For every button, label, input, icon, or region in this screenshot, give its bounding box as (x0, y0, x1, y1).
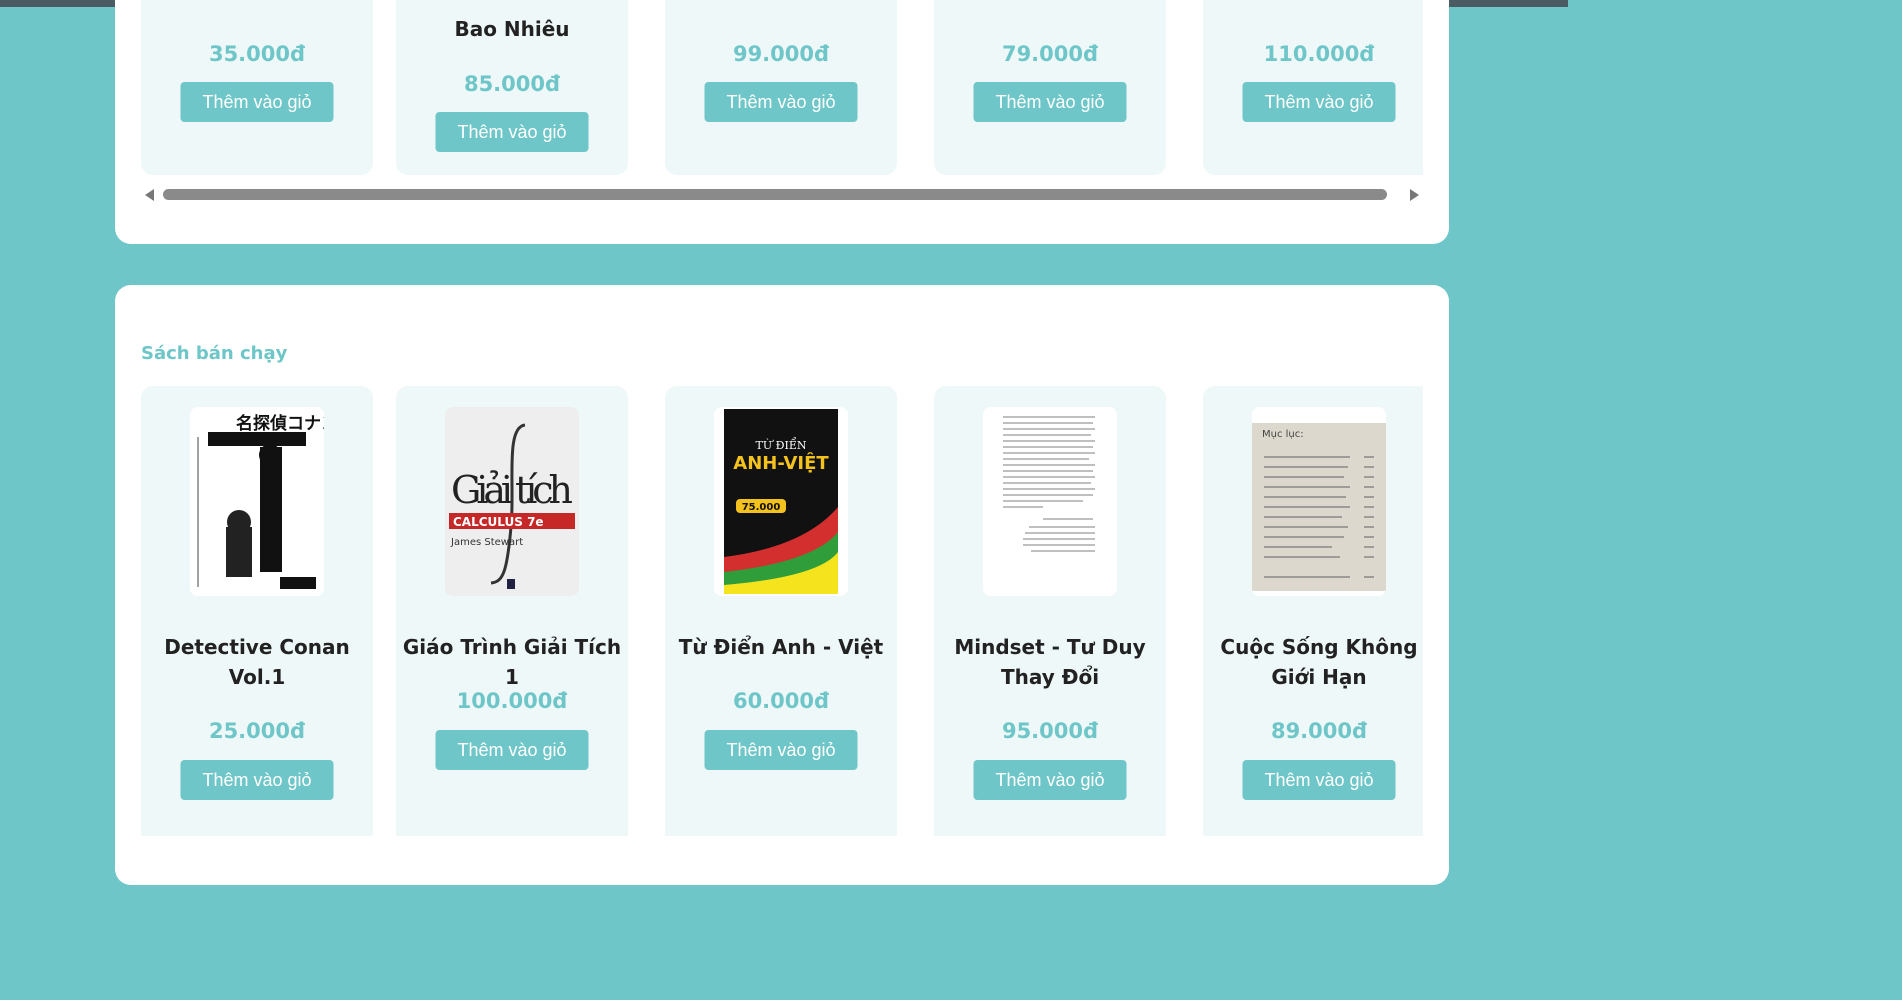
product-title: Cuộc Sống Không Giới Hạn (1220, 635, 1418, 689)
product-price: 79.000đ (1001, 42, 1099, 66)
scroll-right-arrow-icon[interactable] (1410, 189, 1419, 201)
cover-title-text: Mục lục: (1262, 429, 1304, 440)
cover-badge-text: 75.000 (742, 502, 781, 513)
product-card: 110.000đ Thêm vào giỏ (1203, 0, 1423, 175)
bestsellers-carousel[interactable]: 名探偵コナン Detective Conan Vol.1 25.000đ Thê… (141, 386, 1423, 836)
product-price: 95.000đ (1001, 719, 1099, 743)
book-cover-image[interactable]: Giải tích CALCULUS 7e James Stewart (445, 407, 579, 596)
add-to-cart-button[interactable]: Thêm vào giỏ (1242, 760, 1396, 800)
product-price: 100.000đ (456, 689, 568, 713)
text-page-cover-icon (983, 407, 1117, 596)
cover-author-text: James Stewart (450, 537, 523, 548)
conan-manga-cover-icon: 名探偵コナン (190, 407, 324, 596)
cover-title-text: 名探偵コナン (236, 413, 324, 434)
cover-subtitle-text: ANH-VIỆT (733, 452, 829, 474)
product-section-top: 35.000đ Thêm vào giỏ Bao Nhiêu 85.000đ T… (115, 0, 1449, 244)
horizontal-scrollbar[interactable] (141, 184, 1423, 206)
product-carousel-top[interactable]: 35.000đ Thêm vào giỏ Bao Nhiêu 85.000đ T… (141, 0, 1423, 178)
book-cover-image[interactable]: Mục lục: (1252, 407, 1386, 596)
add-to-cart-button[interactable]: Thêm vào giỏ (973, 760, 1127, 800)
product-title: Detective Conan Vol.1 (164, 635, 350, 689)
section-heading: Sách bán chạy (141, 343, 288, 364)
add-to-cart-button[interactable]: Thêm vào giỏ (704, 82, 858, 122)
product-title: Từ Điển Anh - Việt (678, 635, 884, 659)
product-title: Bao Nhiêu (454, 17, 570, 41)
scroll-thumb[interactable] (163, 189, 1387, 200)
table-of-contents-cover-icon: Mục lục: (1252, 407, 1386, 596)
product-price: 89.000đ (1270, 719, 1368, 743)
product-price: 35.000đ (208, 42, 306, 66)
add-to-cart-button[interactable]: Thêm vào giỏ (435, 730, 589, 770)
add-to-cart-button[interactable]: Thêm vào giỏ (973, 82, 1127, 122)
product-price: 99.000đ (732, 42, 830, 66)
product-card: Mindset - Tư Duy Thay Đổi 95.000đ Thêm v… (934, 386, 1166, 836)
product-title: Giáo Trình Giải Tích 1 (402, 635, 622, 689)
product-price: 110.000đ (1263, 42, 1375, 66)
product-price: 25.000đ (208, 719, 306, 743)
scroll-left-arrow-icon[interactable] (145, 189, 154, 201)
bestsellers-section: Sách bán chạy 名探偵コナン Detective Conan Vol… (115, 285, 1449, 885)
book-cover-image[interactable] (983, 407, 1117, 596)
add-to-cart-button[interactable]: Thêm vào giỏ (435, 112, 589, 152)
product-card: Bao Nhiêu 85.000đ Thêm vào giỏ (396, 0, 628, 175)
product-card: TỪ ĐIỂN ANH-VIỆT 75.000 Từ Điển Anh - Vi… (665, 386, 897, 836)
add-to-cart-button[interactable]: Thêm vào giỏ (1242, 82, 1396, 122)
product-title: Mindset - Tư Duy Thay Đổi (954, 635, 1146, 689)
dictionary-cover-icon: TỪ ĐIỂN ANH-VIỆT 75.000 (714, 407, 848, 596)
cover-title-text: TỪ ĐIỂN (756, 437, 807, 452)
product-card: 名探偵コナン Detective Conan Vol.1 25.000đ Thê… (141, 386, 373, 836)
add-to-cart-button[interactable]: Thêm vào giỏ (704, 730, 858, 770)
product-price: 85.000đ (463, 72, 561, 96)
cover-subtitle-text: CALCULUS 7e (453, 515, 544, 529)
product-card: 79.000đ Thêm vào giỏ (934, 0, 1166, 175)
product-price: 60.000đ (732, 689, 830, 713)
book-cover-image[interactable]: TỪ ĐIỂN ANH-VIỆT 75.000 (714, 407, 848, 596)
product-card: Giải tích CALCULUS 7e James Stewart Giáo… (396, 386, 628, 836)
add-to-cart-button[interactable]: Thêm vào giỏ (180, 82, 334, 122)
product-card: 35.000đ Thêm vào giỏ (141, 0, 373, 175)
add-to-cart-button[interactable]: Thêm vào giỏ (180, 760, 334, 800)
product-card: Mục lục: Cuộc Sống Không Giới Hạn 89.000… (1203, 386, 1423, 836)
calculus-cover-icon: Giải tích CALCULUS 7e James Stewart (445, 407, 579, 596)
product-card: 99.000đ Thêm vào giỏ (665, 0, 897, 175)
book-cover-image[interactable]: 名探偵コナン (190, 407, 324, 596)
